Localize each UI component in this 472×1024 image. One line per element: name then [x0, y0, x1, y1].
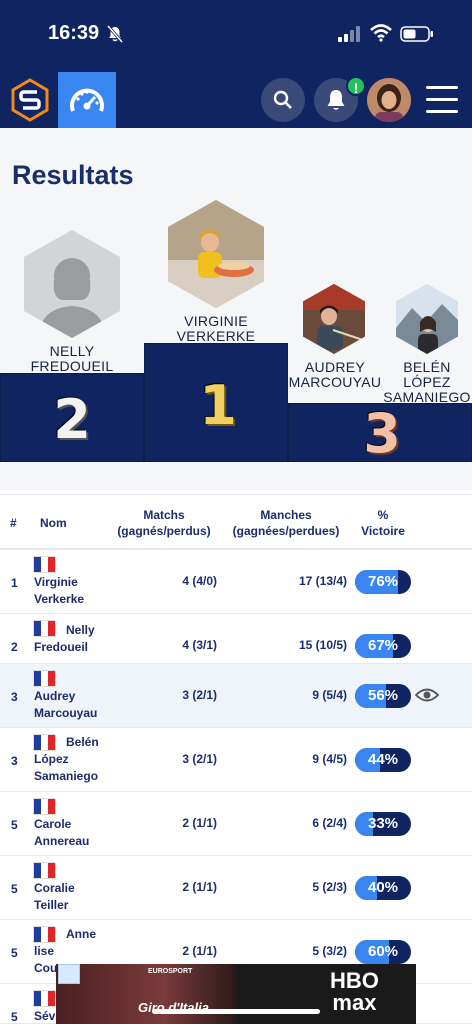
- user-avatar[interactable]: [367, 78, 411, 122]
- row-matchs: 3 (2/1): [182, 752, 217, 766]
- page-title: Resultats: [12, 160, 134, 190]
- row-matchs: 2 (1/1): [182, 816, 217, 830]
- win-percentage-bar: 76%: [355, 570, 411, 594]
- row-manches: 5 (2/3): [312, 880, 347, 894]
- win-percentage-bar: 40%: [355, 876, 411, 900]
- win-percentage-bar: 67%: [355, 634, 411, 658]
- search-button[interactable]: [261, 78, 305, 122]
- col-victoire-header[interactable]: % Victoire: [352, 507, 414, 539]
- row-rank: 3: [11, 690, 18, 704]
- win-percentage-label: 33%: [367, 815, 399, 832]
- row-rank: 5: [11, 946, 18, 960]
- win-percentage-label: 56%: [367, 687, 399, 704]
- podium-name-2[interactable]: NELLY FREDOUEIL: [10, 344, 134, 374]
- hamburger-menu-icon[interactable]: [426, 86, 458, 116]
- win-percentage-label: 44%: [367, 751, 399, 768]
- row-manches: 15 (10/5): [298, 638, 347, 652]
- podium-rank-3: 3: [363, 402, 401, 465]
- app-logo-icon[interactable]: [10, 78, 50, 122]
- ad-banner[interactable]: EUROSPORT Giro d'Italia HBO max: [56, 964, 416, 1024]
- signal-icon: [338, 26, 360, 42]
- battery-icon: [400, 26, 433, 42]
- table-row[interactable]: 2 Nelly Fredoueil 4 (3/1) 15 (10/5) 67%: [0, 614, 472, 664]
- table-row[interactable]: 5 Coralie Teiller 2 (1/1) 5 (2/3) 40%: [0, 856, 472, 920]
- podium-rank-2: 2: [53, 388, 91, 451]
- notification-badge: !: [346, 76, 366, 96]
- row-rank: 5: [11, 1010, 18, 1024]
- row-rank: 1: [11, 576, 18, 590]
- col-manches-header[interactable]: Manches (gagnées/perdues): [228, 507, 344, 539]
- row-matchs: 4 (3/1): [182, 638, 217, 652]
- france-flag-icon: [33, 990, 56, 1007]
- win-percentage-label: 60%: [367, 943, 399, 960]
- row-player-name[interactable]: Audrey Marcouyau: [34, 688, 97, 722]
- podium-rank-1: 1: [199, 374, 237, 437]
- win-percentage-label: 40%: [367, 879, 399, 896]
- ad-sponsor-text: EUROSPORT: [148, 968, 193, 975]
- france-flag-icon: [33, 670, 56, 687]
- dashboard-button[interactable]: [58, 72, 116, 128]
- row-manches: 5 (3/2): [312, 944, 347, 958]
- row-manches: 9 (4/5): [312, 752, 347, 766]
- row-manches: 17 (13/4): [298, 574, 347, 588]
- status-time: 16:39: [48, 22, 100, 44]
- eye-icon[interactable]: [415, 686, 439, 704]
- ad-image: [56, 964, 236, 1024]
- row-matchs: 2 (1/1): [182, 944, 217, 958]
- bell-mute-icon: [106, 25, 124, 43]
- row-player-name[interactable]: Virginie Verkerke: [34, 574, 84, 608]
- row-rank: 2: [11, 640, 18, 654]
- row-rank: 3: [11, 754, 18, 768]
- results-table-header: # Nom Matchs (gagnés/perdus) Manches (ga…: [0, 494, 472, 550]
- col-name-header[interactable]: Nom: [40, 515, 67, 531]
- podium-name-3b[interactable]: BELÉN LÓPEZ SAMANIEGO: [382, 360, 472, 405]
- podium-name-1[interactable]: VIRGINIE VERKERKE: [156, 314, 276, 344]
- row-player-name[interactable]: Carole Annereau: [34, 816, 89, 850]
- row-player-name[interactable]: Coralie Teiller: [34, 880, 75, 914]
- speedometer-icon: [70, 88, 104, 112]
- search-icon: [273, 90, 292, 109]
- ad-brand-logo: HBO max: [330, 968, 379, 1015]
- user-photo: [367, 78, 411, 122]
- podium-name-3a[interactable]: AUDREY MARCOUYAU: [288, 360, 382, 390]
- row-player-name[interactable]: Nelly Fredoueil: [34, 622, 95, 656]
- row-rank: 5: [11, 882, 18, 896]
- wifi-icon: [370, 24, 392, 42]
- home-indicator: [152, 1009, 320, 1014]
- win-percentage-bar: 33%: [355, 812, 411, 836]
- ad-choices-icon[interactable]: [58, 964, 80, 984]
- bell-icon: [327, 90, 345, 110]
- row-matchs: 2 (1/1): [182, 880, 217, 894]
- france-flag-icon: [33, 862, 56, 879]
- win-percentage-bar: 60%: [355, 940, 411, 964]
- row-manches: 6 (2/4): [312, 816, 347, 830]
- win-percentage-label: 76%: [367, 573, 399, 590]
- row-player-name[interactable]: Belén López Samaniego: [34, 734, 99, 785]
- table-row[interactable]: 5 Carole Annereau 2 (1/1) 6 (2/4) 33%: [0, 792, 472, 856]
- win-percentage-label: 67%: [367, 637, 399, 654]
- col-rank-header: #: [10, 516, 17, 530]
- col-matchs-header[interactable]: Matchs (gagnés/perdus): [112, 507, 216, 539]
- row-manches: 9 (5/4): [312, 688, 347, 702]
- row-rank: 5: [11, 818, 18, 832]
- win-percentage-bar: 56%: [355, 684, 411, 708]
- france-flag-icon: [33, 798, 56, 815]
- table-row[interactable]: 1 Virginie Verkerke 4 (4/0) 17 (13/4) 76%: [0, 550, 472, 614]
- france-flag-icon: [33, 556, 56, 573]
- table-row[interactable]: 3 Belén López Samaniego 3 (2/1) 9 (4/5) 44%: [0, 728, 472, 792]
- row-matchs: 3 (2/1): [182, 688, 217, 702]
- win-percentage-bar: 44%: [355, 748, 411, 772]
- row-matchs: 4 (4/0): [182, 574, 217, 588]
- table-row[interactable]: 3 Audrey Marcouyau 3 (2/1) 9 (5/4) 56%: [0, 664, 472, 728]
- row-player-name[interactable]: Sév: [34, 1008, 55, 1024]
